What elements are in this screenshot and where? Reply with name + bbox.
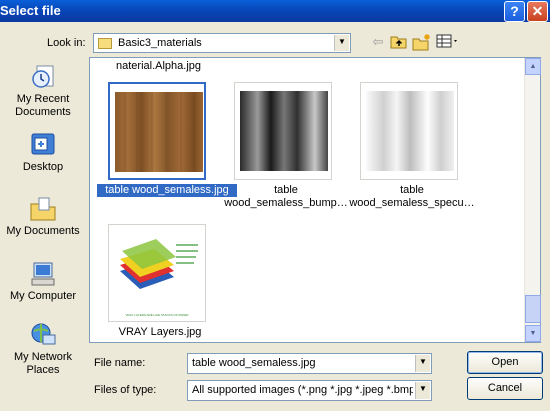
file-name: table xyxy=(400,184,424,196)
place-my-computer[interactable]: My Computer xyxy=(3,260,83,303)
view-menu-icon xyxy=(436,34,457,48)
recent-documents-icon xyxy=(32,65,54,88)
file-item[interactable]: table wood_semaless_bump… xyxy=(216,82,348,212)
file-list[interactable]: naterial.Alpha.jpg table wood_semaless.j… xyxy=(89,57,541,343)
file-name: table xyxy=(274,184,298,196)
close-icon: ✕ xyxy=(531,3,544,19)
places-bar: My Recent Documents Desktop My Documents… xyxy=(3,57,83,397)
network-places-icon xyxy=(31,323,56,345)
close-button[interactable]: ✕ xyxy=(527,1,548,22)
chevron-down-icon[interactable]: ▼ xyxy=(415,382,430,399)
cancel-button[interactable]: Cancel xyxy=(467,377,543,400)
file-name: VRAY Layers.jpg xyxy=(118,326,202,338)
chevron-down-icon: ▼ xyxy=(529,330,537,337)
filetype-label: Files of type: xyxy=(94,384,157,396)
scroll-thumb[interactable] xyxy=(525,295,541,323)
filename-label: File name: xyxy=(94,357,146,369)
file-name-line2: wood_semaless_bump… xyxy=(224,197,348,209)
lookin-label: Look in: xyxy=(47,37,86,49)
place-my-documents[interactable]: My Documents xyxy=(3,195,83,238)
new-folder-button[interactable] xyxy=(412,33,432,51)
open-button[interactable]: Open xyxy=(467,351,543,374)
window-title: Select file xyxy=(0,3,61,18)
new-folder-icon xyxy=(412,34,430,51)
filetype-value: All supported images (*.png *.jpg *.jpeg… xyxy=(192,384,413,396)
filename-input[interactable]: table wood_semaless.jpg ▼ xyxy=(187,353,432,374)
place-label: My Documents xyxy=(6,225,80,237)
vray-layers-image xyxy=(120,239,198,289)
place-network-places[interactable]: My Network Places xyxy=(3,321,83,377)
partial-file-name: naterial.Alpha.jpg xyxy=(116,60,202,72)
chevron-down-icon[interactable]: ▼ xyxy=(334,35,349,51)
place-recent-documents[interactable]: My Recent Documents xyxy=(3,63,83,119)
file-thumbnail xyxy=(360,82,458,180)
file-thumbnail xyxy=(234,82,332,180)
folder-icon xyxy=(98,38,112,49)
lookin-value: Basic3_materials xyxy=(118,37,202,49)
thumbnail-caption: VRAY LAYERS ARE LIKE STACKS OF PAPER xyxy=(125,313,189,317)
file-thumbnail xyxy=(108,82,206,180)
up-folder-button[interactable] xyxy=(389,33,409,51)
file-name-line2: wood_semaless_specu… xyxy=(349,197,475,209)
vertical-scrollbar[interactable]: ▲ ▼ xyxy=(524,58,541,342)
filename-value: table wood_semaless.jpg xyxy=(192,357,316,369)
place-label: My Recent Documents xyxy=(15,93,71,118)
scroll-down-button[interactable]: ▼ xyxy=(525,325,541,342)
scroll-up-button[interactable]: ▲ xyxy=(525,58,541,75)
bump-map-image xyxy=(240,91,328,171)
chevron-up-icon: ▲ xyxy=(529,63,537,70)
chevron-down-icon[interactable]: ▼ xyxy=(415,355,430,372)
help-icon: ? xyxy=(510,3,519,19)
my-documents-icon xyxy=(30,197,56,221)
specular-map-image xyxy=(366,91,454,171)
filetype-dropdown[interactable]: All supported images (*.png *.jpg *.jpeg… xyxy=(187,380,432,401)
view-menu-button[interactable] xyxy=(436,33,460,51)
wood-texture-image xyxy=(115,92,203,172)
help-button[interactable]: ? xyxy=(504,1,525,22)
place-desktop[interactable]: Desktop xyxy=(3,131,83,174)
file-item[interactable]: VRAY LAYERS ARE LIKE STACKS OF PAPER VRA… xyxy=(90,224,216,344)
lookin-dropdown[interactable]: Basic3_materials ▼ xyxy=(93,33,351,53)
place-label: Desktop xyxy=(22,161,64,173)
back-arrow-icon: ⇦ xyxy=(372,34,384,49)
my-computer-icon xyxy=(31,262,55,286)
up-folder-icon xyxy=(390,36,407,49)
place-label: My Network Places xyxy=(13,351,73,376)
file-item[interactable]: table wood_semaless_specu… xyxy=(342,82,475,212)
file-item[interactable]: table wood_semaless.jpg xyxy=(90,82,237,202)
place-label: My Computer xyxy=(9,290,77,302)
title-bar: Select file ? ✕ xyxy=(0,0,550,22)
desktop-icon xyxy=(31,133,55,155)
file-thumbnail: VRAY LAYERS ARE LIKE STACKS OF PAPER xyxy=(108,224,206,322)
back-button[interactable]: ⇦ xyxy=(368,33,388,51)
